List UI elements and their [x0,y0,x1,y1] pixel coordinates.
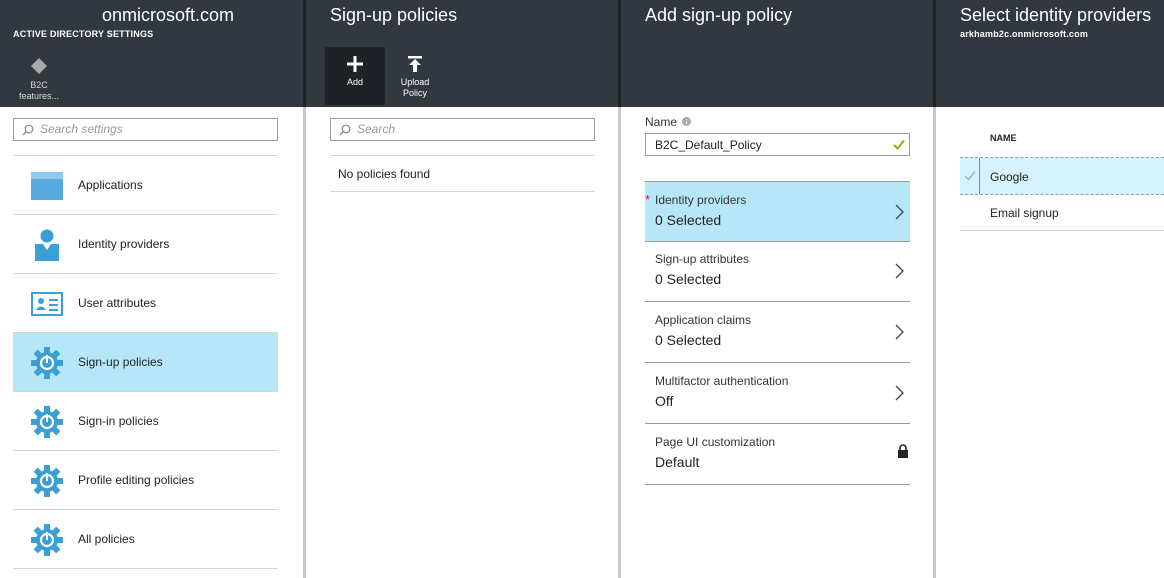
settings-search[interactable] [13,118,278,141]
settings-blade: onmicrosoft.com ACTIVE DIRECTORY SETTING… [0,0,303,578]
gear-icon [31,347,63,379]
applications-icon [31,172,63,200]
blade-title: Sign-up policies [330,5,458,25]
plus-icon [347,56,363,72]
gear-icon [31,524,63,556]
nav-item-sign-in-policies[interactable]: Sign-in policies [13,391,278,450]
nav-item-sign-up-policies[interactable]: Sign-up policies [13,332,278,391]
upload-icon [408,56,422,72]
b2c-features-button[interactable]: B2C features... [10,55,68,105]
provider-checkbox[interactable] [960,158,980,194]
upload-policy-button[interactable]: Upload Policy [385,47,445,105]
nav-label-sign-up-policies: Sign-up policies [78,355,163,369]
blade-title: Add sign-up policy [645,5,793,25]
checkmark-icon [893,139,905,150]
policies-search-input[interactable] [357,122,577,136]
nav-item-applications[interactable]: Applications [13,155,278,214]
list-divider [330,155,595,156]
name-field-value: B2C_Default_Policy [655,138,762,152]
select-identity-providers-blade: Select identity providers arkhamb2c.onmi… [936,0,1164,578]
chevron-right-icon [895,324,904,340]
gear-icon [31,465,63,497]
lock-icon [898,444,908,458]
nav-item-user-attributes[interactable]: User attributes [13,273,278,332]
settings-blade-header: onmicrosoft.com ACTIVE DIRECTORY SETTING… [0,0,303,107]
chevron-right-icon [895,204,904,220]
provider-name: Google [990,170,1029,184]
user-attributes-icon [31,292,63,316]
page-ui-customization-row[interactable]: Page UI customization Default [645,424,910,485]
required-marker: * [645,192,651,207]
nav-label-identity-providers: Identity providers [78,237,170,251]
blade-title: Select identity providers [960,5,1152,25]
sign-up-attributes-row[interactable]: Sign-up attributes 0 Selected [645,241,910,302]
row-label: Multifactor authentication [655,374,789,388]
nav-divider [13,568,278,569]
add-policy-header: Add sign-up policy [621,0,933,107]
nav-item-all-policies[interactable]: All policies [13,509,278,568]
add-button[interactable]: Add [325,47,385,105]
sign-up-policies-header: Sign-up policies Add Upload Policy [306,0,618,107]
provider-row-email-signup[interactable]: Email signup [960,195,1164,231]
empty-message: No policies found [338,167,431,181]
info-icon [682,117,692,126]
nav-label-applications: Applications [78,178,143,192]
gear-icon [31,406,63,438]
nav-item-identity-providers[interactable]: Identity providers [13,214,278,273]
row-label: Sign-up attributes [655,252,750,266]
b2c-features-label-1: B2C [30,80,48,90]
upload-label-2: Policy [402,88,427,98]
policies-search[interactable] [330,118,595,141]
list-divider [330,191,595,192]
blade-title: onmicrosoft.com [102,5,235,25]
provider-row-google[interactable]: Google [960,157,1164,195]
row-value: Off [655,393,674,409]
application-claims-row[interactable]: Application claims 0 Selected [645,302,910,363]
column-header-name: NAME [990,133,1017,143]
nav-label-user-attributes: User attributes [78,296,157,310]
name-field[interactable]: B2C_Default_Policy [645,133,910,156]
upload-label-1: Upload [400,77,430,87]
b2c-features-label-2: features... [18,91,60,101]
sign-up-policies-blade: Sign-up policies Add Upload Policy No po… [306,0,618,578]
row-value: 0 Selected [655,212,722,228]
multifactor-authentication-row[interactable]: Multifactor authentication Off [645,363,910,424]
search-icon [339,124,351,136]
chevron-right-icon [895,385,904,401]
settings-search-input[interactable] [40,122,260,136]
blade-subtitle: ACTIVE DIRECTORY SETTINGS [13,29,154,39]
row-value: Default [655,454,700,470]
select-providers-header: Select identity providers arkhamb2c.onmi… [936,0,1164,107]
chevron-right-icon [895,263,904,279]
name-label: Name [645,115,678,129]
add-label: Add [346,77,363,87]
diamond-icon [31,58,47,74]
nav-label-profile-editing-policies: Profile editing policies [78,473,195,487]
nav-item-profile-editing-policies[interactable]: Profile editing policies [13,450,278,509]
checkmark-icon [964,171,976,181]
row-label: Application claims [655,313,752,327]
nav-label-sign-in-policies: Sign-in policies [78,414,159,428]
identity-providers-row[interactable]: * Identity providers 0 Selected [645,181,910,242]
row-label: Identity providers [655,193,747,207]
identity-provider-icon [35,229,59,261]
search-icon [22,124,34,136]
row-label: Page UI customization [655,435,776,449]
nav-label-all-policies: All policies [78,532,135,546]
row-value: 0 Selected [655,332,722,348]
blade-subtitle: arkhamb2c.onmicrosoft.com [960,29,1089,39]
name-label-wrap: Name [645,115,692,129]
provider-name: Email signup [990,206,1059,220]
row-value: 0 Selected [655,271,722,287]
